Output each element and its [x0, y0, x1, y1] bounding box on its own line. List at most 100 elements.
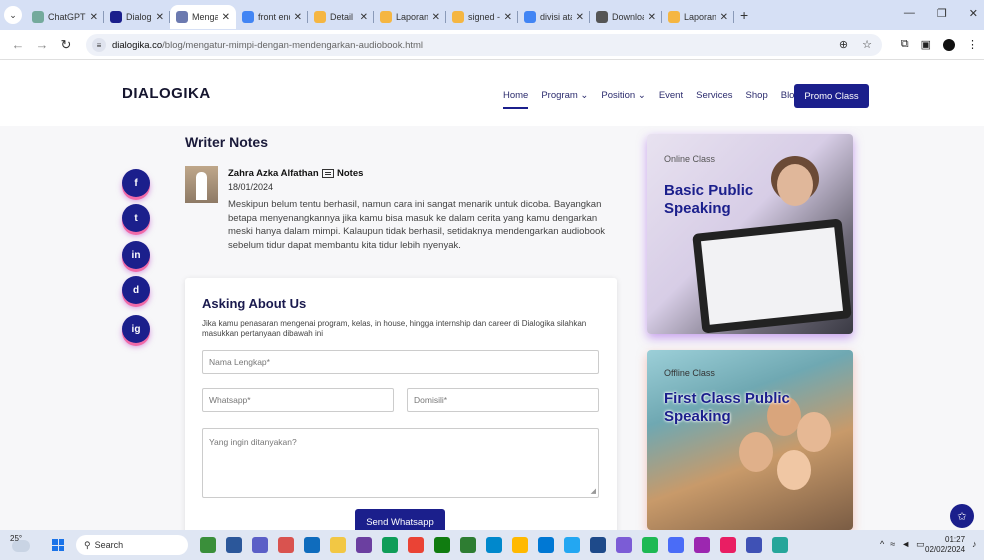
vscode-icon[interactable] — [564, 537, 580, 553]
tab-title: signed - R — [468, 12, 500, 22]
app-icon[interactable] — [668, 537, 684, 553]
nav-shop[interactable]: Shop — [746, 90, 768, 101]
new-tab-button[interactable]: + — [740, 7, 748, 23]
tab-close-icon[interactable]: ✕ — [648, 12, 656, 23]
minimize-icon[interactable]: — — [904, 7, 915, 20]
volume-icon[interactable]: ◄ — [901, 539, 910, 550]
chevron-up-icon[interactable]: ^ — [880, 539, 884, 550]
browser-tab[interactable]: Download ✕ — [590, 5, 662, 29]
app-icon[interactable] — [538, 537, 554, 553]
spotify-icon[interactable] — [642, 537, 658, 553]
browser-tab[interactable]: Laporan P ✕ — [662, 5, 734, 29]
author-avatar — [185, 166, 218, 203]
browser-tab[interactable]: Dialogika ✕ — [104, 5, 170, 29]
browser-tab[interactable]: front end ✕ — [236, 5, 308, 29]
category-label: Notes — [337, 168, 364, 179]
promo-class-button[interactable]: Promo Class — [794, 84, 869, 108]
extensions-icon[interactable]: ⧉ — [901, 38, 909, 51]
tab-close-icon[interactable]: ✕ — [504, 12, 512, 23]
twitter-icon[interactable]: t — [122, 204, 150, 232]
app-icon[interactable] — [278, 537, 294, 553]
category-tag[interactable]: Notes — [322, 168, 363, 179]
tab-close-icon[interactable]: ✕ — [576, 12, 584, 23]
question-textarea[interactable]: Yang ingin ditanyakan? ◢ — [202, 428, 599, 498]
xbox-icon[interactable] — [434, 537, 450, 553]
browser-tab[interactable]: signed - R ✕ — [446, 5, 518, 29]
zoom-icon[interactable]: ⊕ — [839, 38, 848, 51]
wifi-icon[interactable]: ≈ — [890, 539, 895, 550]
sidebar-icon[interactable]: ▣ — [921, 38, 931, 51]
telegram-icon[interactable] — [486, 537, 502, 553]
profile-avatar[interactable] — [943, 38, 955, 51]
nav-position[interactable]: Position ⌄ — [601, 90, 645, 101]
author-name[interactable]: Zahra Azka Alfathan — [228, 168, 319, 179]
site-logo[interactable]: DIALOGIKA — [122, 85, 211, 102]
tab-search-icon[interactable]: ⌄ — [4, 6, 22, 24]
store-icon[interactable] — [460, 537, 476, 553]
browser-tab[interactable]: Detail ✕ — [308, 5, 374, 29]
nav-home[interactable]: Home — [503, 90, 529, 109]
browser-tab[interactable]: ChatGPT ✕ — [26, 5, 104, 29]
landscape-app-icon[interactable] — [200, 537, 216, 553]
name-field[interactable]: Nama Lengkap* — [202, 350, 599, 374]
card-title: Basic Public Speaking — [664, 182, 754, 217]
app-icon[interactable] — [512, 537, 528, 553]
facebook-icon[interactable]: f — [122, 169, 150, 197]
browser-tab[interactable]: divisi atau ✕ — [518, 5, 590, 29]
system-clock[interactable]: 01:27 02/02/2024 — [925, 535, 965, 555]
floating-action-icon[interactable]: ✩ — [950, 504, 974, 528]
tab-title: Download — [612, 12, 644, 22]
browser-tab[interactable]: Mengatur ✕ — [170, 5, 236, 29]
forward-icon[interactable]: → — [32, 37, 52, 52]
back-icon[interactable]: ← — [8, 37, 28, 52]
windows-start-icon[interactable] — [52, 539, 64, 551]
tab-close-icon[interactable]: ✕ — [222, 12, 230, 23]
task-view-icon[interactable] — [226, 537, 242, 553]
nav-program[interactable]: Program ⌄ — [541, 90, 588, 101]
nav-event[interactable]: Event — [659, 90, 683, 101]
tab-close-icon[interactable]: ✕ — [156, 12, 164, 23]
address-bar[interactable]: ≡ dialogika.co/blog/mengatur-mimpi-denga… — [86, 34, 882, 56]
reload-icon[interactable]: ↻ — [56, 37, 76, 53]
app-icon[interactable] — [720, 537, 736, 553]
tab-close-icon[interactable]: ✕ — [90, 12, 98, 23]
nav-services[interactable]: Services — [696, 90, 732, 101]
app-icon[interactable] — [616, 537, 632, 553]
browser-tab-strip: ⌄ ChatGPT✕Dialogika✕Mengatur✕front end✕D… — [0, 0, 984, 30]
notification-bell-icon[interactable]: ♪ — [972, 539, 977, 549]
app-icon[interactable] — [772, 537, 788, 553]
promo-card-basic[interactable]: Online Class Basic Public Speaking — [647, 134, 853, 334]
app-icon[interactable] — [694, 537, 710, 553]
app-icon[interactable] — [746, 537, 762, 553]
contact-form: Asking About Us Jika kamu penasaran meng… — [185, 278, 617, 538]
taskbar-search[interactable]: ⚲ Search — [76, 535, 188, 555]
app-icon[interactable] — [590, 537, 606, 553]
tab-close-icon[interactable]: ✕ — [294, 12, 302, 23]
edge-icon[interactable] — [382, 537, 398, 553]
instagram-icon[interactable]: ig — [122, 315, 150, 343]
file-explorer-icon[interactable] — [330, 537, 346, 553]
teams-icon[interactable] — [252, 537, 268, 553]
question-placeholder: Yang ingin ditanyakan? — [209, 437, 297, 447]
battery-icon[interactable]: ▭ — [916, 539, 925, 550]
domicile-field[interactable]: Domisili* — [407, 388, 599, 412]
whatsapp-field[interactable]: Whatsapp* — [202, 388, 394, 412]
tab-favicon-icon — [176, 11, 188, 23]
site-info-icon[interactable]: ≡ — [92, 38, 106, 52]
linkedin-icon[interactable]: in — [122, 241, 150, 269]
bookmark-star-icon[interactable]: ☆ — [862, 38, 872, 51]
resize-handle-icon[interactable]: ◢ — [591, 487, 596, 495]
form-description: Jika kamu penasaran mengenai program, ke… — [202, 319, 587, 338]
tab-close-icon[interactable]: ✕ — [360, 12, 368, 23]
close-window-icon[interactable]: ✕ — [969, 7, 978, 20]
promo-card-first-class[interactable]: Offline Class First Class Public Speakin… — [647, 350, 853, 530]
chrome-icon[interactable] — [408, 537, 424, 553]
calendar-icon[interactable] — [304, 537, 320, 553]
app-icon[interactable] — [356, 537, 372, 553]
browser-tab[interactable]: Laporan P ✕ — [374, 5, 446, 29]
restore-icon[interactable]: ❐ — [937, 7, 947, 20]
tab-close-icon[interactable]: ✕ — [432, 12, 440, 23]
menu-kebab-icon[interactable]: ⋮ — [967, 38, 978, 51]
tab-close-icon[interactable]: ✕ — [720, 12, 728, 23]
tiktok-icon[interactable]: d — [122, 276, 150, 304]
